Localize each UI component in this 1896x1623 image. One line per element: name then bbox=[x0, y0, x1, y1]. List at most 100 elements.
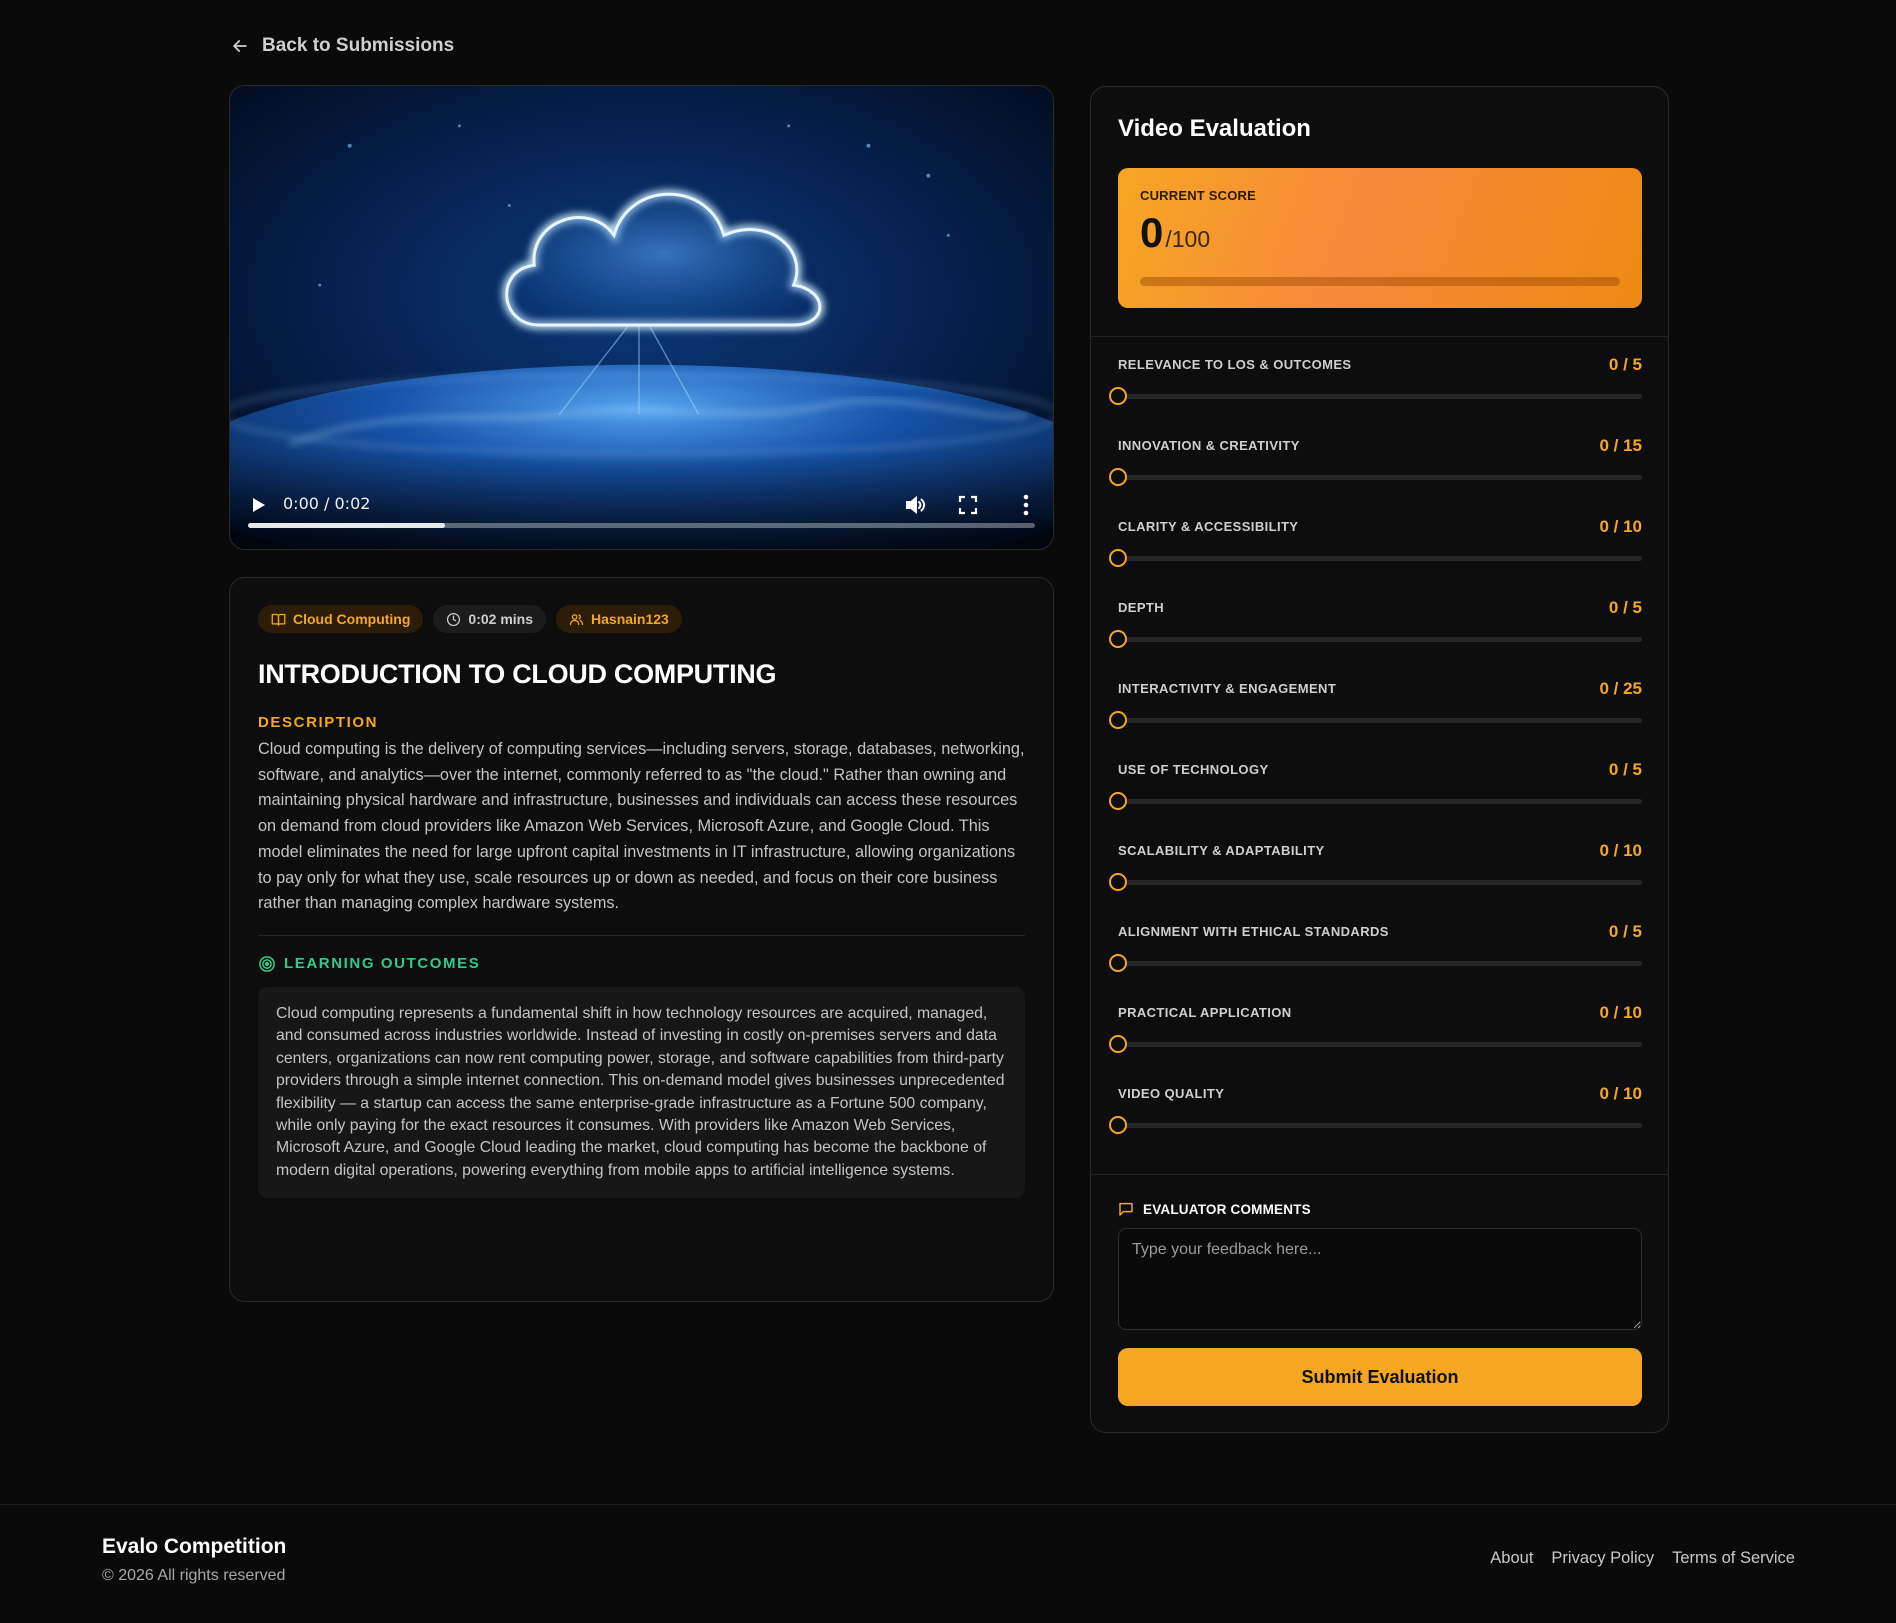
criterion-slider[interactable] bbox=[1109, 549, 1642, 567]
slider-thumb[interactable] bbox=[1109, 1116, 1127, 1134]
video-info-card: Cloud Computing 0:02 mins Hasnain123 INT… bbox=[229, 577, 1054, 1302]
criterion-score: 0 / 5 bbox=[1608, 598, 1642, 617]
message-square-icon bbox=[1119, 1202, 1133, 1216]
video-progress-buffered bbox=[248, 523, 445, 528]
criterion-clarity: CLARITY & ACCESSIBILITY 0 / 10 bbox=[1109, 517, 1642, 600]
criterion-scalability: SCALABILITY & ADAPTABILITY 0 / 10 bbox=[1109, 841, 1642, 924]
evaluation-panel: Video Evaluation CURRENT SCORE 0 /100 RE… bbox=[1090, 86, 1669, 1433]
learning-outcomes-heading-label: LEARNING OUTCOMES bbox=[284, 955, 481, 973]
criterion-score: 0 / 25 bbox=[1599, 679, 1642, 698]
criterion-score: 0 / 10 bbox=[1599, 1003, 1642, 1022]
slider-thumb[interactable] bbox=[1109, 711, 1127, 729]
evaluation-title: Video Evaluation bbox=[1118, 115, 1311, 142]
submit-evaluation-button[interactable]: Submit Evaluation bbox=[1118, 1348, 1642, 1406]
criterion-practical: PRACTICAL APPLICATION 0 / 10 bbox=[1109, 1003, 1642, 1086]
current-score-number: 0 bbox=[1140, 209, 1164, 256]
author-badge-label: Hasnain123 bbox=[591, 611, 669, 627]
criterion-score: 0 / 5 bbox=[1608, 355, 1642, 374]
video-time: 0:00 / 0:02 bbox=[283, 494, 371, 513]
criterion-score: 0 / 10 bbox=[1599, 1084, 1642, 1103]
footer-links: About Privacy Policy Terms of Service bbox=[1490, 1549, 1795, 1568]
volume-icon[interactable] bbox=[903, 493, 927, 517]
video-progress-bar[interactable] bbox=[248, 523, 1035, 528]
users-icon bbox=[569, 613, 584, 625]
criterion-slider[interactable] bbox=[1109, 468, 1642, 486]
video-controls: 0:00 / 0:02 bbox=[230, 449, 1053, 549]
criterion-relevance: RELEVANCE TO LOS & OUTCOMES 0 / 5 bbox=[1109, 355, 1642, 438]
topic-badge: Cloud Computing bbox=[258, 605, 424, 633]
description-heading: DESCRIPTION bbox=[258, 714, 379, 731]
current-score-value: 0 /100 bbox=[1140, 209, 1620, 257]
criterion-label: RELEVANCE TO LOS & OUTCOMES bbox=[1118, 357, 1352, 372]
target-icon bbox=[259, 956, 275, 972]
badge-row: Cloud Computing 0:02 mins Hasnain123 bbox=[258, 605, 1025, 633]
footer-link-privacy[interactable]: Privacy Policy bbox=[1551, 1549, 1654, 1568]
criterion-slider[interactable] bbox=[1109, 711, 1642, 729]
criterion-label: INTERACTIVITY & ENGAGEMENT bbox=[1118, 681, 1337, 696]
slider-thumb[interactable] bbox=[1109, 549, 1127, 567]
footer-link-terms[interactable]: Terms of Service bbox=[1672, 1549, 1795, 1568]
more-vertical-icon[interactable] bbox=[1021, 493, 1031, 517]
fullscreen-icon[interactable] bbox=[957, 494, 979, 516]
author-badge: Hasnain123 bbox=[556, 605, 682, 633]
criterion-interactivity: INTERACTIVITY & ENGAGEMENT 0 / 25 bbox=[1109, 679, 1642, 762]
criterion-score: 0 / 15 bbox=[1599, 436, 1642, 455]
learning-outcomes-text: Cloud computing represents a fundamental… bbox=[258, 986, 1025, 1199]
topic-badge-label: Cloud Computing bbox=[293, 611, 411, 627]
criterion-label: INNOVATION & CREATIVITY bbox=[1118, 438, 1300, 453]
description-text: Cloud computing is the delivery of compu… bbox=[258, 740, 1025, 913]
slider-thumb[interactable] bbox=[1109, 873, 1127, 891]
criterion-label: PRACTICAL APPLICATION bbox=[1118, 1005, 1292, 1020]
video-title: INTRODUCTION TO CLOUD COMPUTING bbox=[258, 659, 777, 689]
criterion-slider[interactable] bbox=[1109, 954, 1642, 972]
page: Back to Submissions 0:00 / 0:02 Cloud Co… bbox=[0, 0, 1896, 1623]
panel-divider bbox=[1091, 1174, 1668, 1175]
criterion-depth: DEPTH 0 / 5 bbox=[1109, 598, 1642, 681]
panel-divider bbox=[1091, 336, 1668, 337]
duration-badge: 0:02 mins bbox=[433, 605, 547, 633]
evaluator-comments-input[interactable] bbox=[1118, 1228, 1642, 1330]
criteria-list: RELEVANCE TO LOS & OUTCOMES 0 / 5 INNOVA… bbox=[1109, 355, 1642, 1167]
criterion-slider[interactable] bbox=[1109, 387, 1642, 405]
slider-thumb[interactable] bbox=[1109, 792, 1127, 810]
criterion-innovation: INNOVATION & CREATIVITY 0 / 15 bbox=[1109, 436, 1642, 519]
footer-brand: Evalo Competition bbox=[102, 1535, 287, 1558]
duration-badge-label: 0:02 mins bbox=[468, 611, 534, 627]
criterion-video-quality: VIDEO QUALITY 0 / 10 bbox=[1109, 1084, 1642, 1167]
criterion-label: CLARITY & ACCESSIBILITY bbox=[1118, 519, 1299, 534]
criterion-slider[interactable] bbox=[1109, 873, 1642, 891]
slider-thumb[interactable] bbox=[1109, 954, 1127, 972]
back-to-submissions-link[interactable]: Back to Submissions bbox=[230, 32, 454, 60]
criterion-slider[interactable] bbox=[1109, 1116, 1642, 1134]
score-progress-bar bbox=[1140, 277, 1620, 286]
section-divider bbox=[258, 934, 1025, 936]
evaluator-comments-label: EVALUATOR COMMENTS bbox=[1143, 1201, 1311, 1217]
criterion-slider[interactable] bbox=[1109, 1035, 1642, 1053]
criterion-label: VIDEO QUALITY bbox=[1118, 1086, 1225, 1101]
book-open-icon bbox=[271, 613, 286, 626]
video-player[interactable]: 0:00 / 0:02 bbox=[229, 85, 1054, 550]
footer-link-about[interactable]: About bbox=[1490, 1549, 1533, 1568]
criterion-label: DEPTH bbox=[1118, 600, 1165, 615]
slider-thumb[interactable] bbox=[1109, 1035, 1127, 1053]
clock-icon bbox=[447, 612, 461, 626]
criterion-score: 0 / 10 bbox=[1599, 841, 1642, 860]
criterion-label: ALIGNMENT WITH ETHICAL STANDARDS bbox=[1118, 924, 1389, 939]
play-icon[interactable] bbox=[248, 495, 268, 515]
criterion-score: 0 / 5 bbox=[1608, 760, 1642, 779]
learning-outcomes-heading: LEARNING OUTCOMES bbox=[258, 955, 1025, 973]
criterion-label: USE OF TECHNOLOGY bbox=[1118, 762, 1269, 777]
criterion-score: 0 / 5 bbox=[1608, 922, 1642, 941]
arrow-left-icon bbox=[233, 40, 247, 52]
criterion-slider[interactable] bbox=[1109, 792, 1642, 810]
criterion-slider[interactable] bbox=[1109, 630, 1642, 648]
slider-thumb[interactable] bbox=[1109, 468, 1127, 486]
footer: Evalo Competition © 2026 All rights rese… bbox=[0, 1504, 1896, 1623]
slider-thumb[interactable] bbox=[1109, 387, 1127, 405]
evaluator-comments-heading: EVALUATOR COMMENTS bbox=[1118, 1201, 1311, 1217]
current-score-max: /100 bbox=[1165, 226, 1211, 252]
slider-thumb[interactable] bbox=[1109, 630, 1127, 648]
current-score-card: CURRENT SCORE 0 /100 bbox=[1118, 168, 1642, 308]
criterion-label: SCALABILITY & ADAPTABILITY bbox=[1118, 843, 1325, 858]
criterion-ethics: ALIGNMENT WITH ETHICAL STANDARDS 0 / 5 bbox=[1109, 922, 1642, 1005]
